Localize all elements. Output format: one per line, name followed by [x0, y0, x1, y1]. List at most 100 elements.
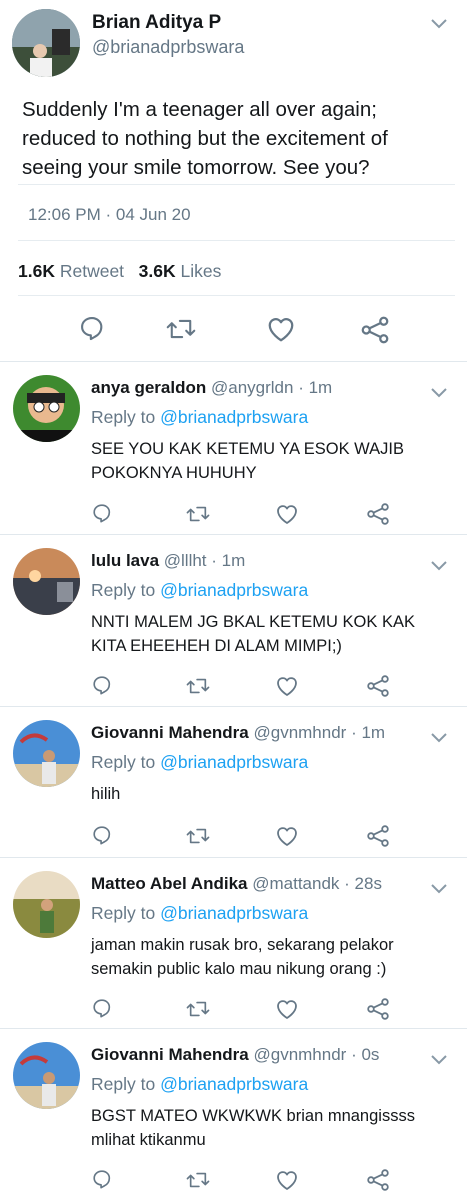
- like-icon[interactable]: [275, 675, 299, 697]
- chevron-down-icon[interactable]: [430, 883, 447, 897]
- reply-icon[interactable]: [91, 674, 113, 696]
- reply-author-name[interactable]: anya geraldon: [91, 378, 206, 397]
- separator-dot: ·: [344, 874, 355, 893]
- separator-dot: ·: [211, 551, 222, 570]
- reply-author-name[interactable]: Matteo Abel Andika: [91, 874, 247, 893]
- separator-dot: ·: [351, 723, 362, 742]
- divider: [18, 184, 455, 185]
- reply-author-name[interactable]: lulu lava: [91, 551, 159, 570]
- author-name[interactable]: Brian Aditya P: [92, 12, 221, 34]
- reply-header: Giovanni Mahendra @gvnmhndr · 1m: [91, 723, 385, 743]
- reply-author-handle[interactable]: @anygrldn: [211, 378, 293, 397]
- reply-to-label: Reply to: [91, 407, 156, 427]
- retweet-icon[interactable]: [186, 1169, 210, 1191]
- retweet-icon[interactable]: [186, 998, 210, 1020]
- reply-tweet[interactable]: Giovanni Mahendra @gvnmhndr · 0s Reply t…: [0, 1029, 467, 1200]
- reply-text: NNTI MALEM JG BKAL KETEMU KOK KAK KITA E…: [91, 613, 415, 655]
- retweet-icon[interactable]: [166, 315, 196, 343]
- chevron-down-icon[interactable]: [430, 732, 447, 746]
- share-icon[interactable]: [366, 824, 390, 848]
- reply-to-label: Reply to: [91, 903, 156, 923]
- reply-to-label: Reply to: [91, 580, 156, 600]
- reply-text: SEE YOU KAK KETEMU YA ESOK WAJIB POKOKNY…: [91, 440, 404, 482]
- reply-tweet[interactable]: Matteo Abel Andika @mattandk · 28s Reply…: [0, 858, 467, 1028]
- divider: [18, 295, 455, 296]
- reply-to-mention[interactable]: @brianadprbswara: [160, 752, 308, 772]
- separator-dot: ·: [351, 1045, 362, 1064]
- reply-time: 1m: [221, 551, 246, 570]
- tweet-text: Suddenly I'm a teenager all over again; …: [22, 98, 388, 179]
- like-icon[interactable]: [266, 315, 296, 343]
- avatar[interactable]: [13, 720, 80, 787]
- share-icon[interactable]: [366, 674, 390, 698]
- reply-author-handle[interactable]: @lllht: [164, 551, 207, 570]
- reply-time: 0s: [361, 1045, 380, 1064]
- reply-icon[interactable]: [91, 502, 113, 524]
- reply-author-name[interactable]: Giovanni Mahendra: [91, 723, 249, 742]
- reply-to-line: Reply to @brianadprbswara: [91, 1074, 308, 1095]
- reply-author-handle[interactable]: @gvnmhndr: [253, 1045, 346, 1064]
- reply-tweet[interactable]: lulu lava @lllht · 1m Reply to @brianadp…: [0, 535, 467, 706]
- reply-icon[interactable]: [91, 1168, 113, 1190]
- reply-time: 28s: [354, 874, 382, 893]
- reply-text: BGST MATEO WKWKWK brian mnangissss mliha…: [91, 1107, 415, 1149]
- avatar[interactable]: [12, 9, 80, 77]
- reply-to-line: Reply to @brianadprbswara: [91, 903, 308, 924]
- reply-header: anya geraldon @anygrldn · 1m: [91, 378, 332, 398]
- reply-icon[interactable]: [78, 314, 106, 342]
- reply-to-line: Reply to @brianadprbswara: [91, 752, 308, 773]
- like-count[interactable]: 3.6K: [139, 261, 176, 281]
- retweet-icon[interactable]: [186, 503, 210, 525]
- retweet-count[interactable]: 1.6K: [18, 261, 55, 281]
- reply-to-mention[interactable]: @brianadprbswara: [160, 407, 308, 427]
- tweet-timestamp: 12:06 PM · 04 Jun 20: [28, 205, 191, 225]
- avatar[interactable]: [13, 871, 80, 938]
- reply-to-line: Reply to @brianadprbswara: [91, 580, 308, 601]
- tweet-stats: 1.6K Retweet 3.6K Likes: [18, 261, 221, 282]
- reply-header: lulu lava @lllht · 1m: [91, 551, 245, 571]
- reply-to-mention[interactable]: @brianadprbswara: [160, 1074, 308, 1094]
- like-label[interactable]: Likes: [180, 261, 221, 281]
- author-handle[interactable]: @brianadprbswara: [92, 37, 244, 58]
- main-tweet: Brian Aditya P @brianadprbswara Suddenly…: [0, 0, 467, 362]
- retweet-icon[interactable]: [186, 825, 210, 847]
- share-icon[interactable]: [366, 502, 390, 526]
- reply-time: 1m: [308, 378, 333, 397]
- reply-tweet[interactable]: anya geraldon @anygrldn · 1m Reply to @b…: [0, 362, 467, 534]
- chevron-down-icon[interactable]: [430, 1054, 447, 1068]
- share-icon[interactable]: [366, 1168, 390, 1192]
- avatar[interactable]: [13, 548, 80, 615]
- retweet-icon[interactable]: [186, 675, 210, 697]
- reply-to-mention[interactable]: @brianadprbswara: [160, 903, 308, 923]
- tweet-time: 12:06 PM: [28, 205, 101, 224]
- reply-to-line: Reply to @brianadprbswara: [91, 407, 308, 428]
- reply-to-mention[interactable]: @brianadprbswara: [160, 580, 308, 600]
- reply-author-handle[interactable]: @gvnmhndr: [253, 723, 346, 742]
- chevron-down-icon[interactable]: [430, 560, 447, 574]
- like-icon[interactable]: [275, 825, 299, 847]
- reply-header: Matteo Abel Andika @mattandk · 28s: [91, 874, 382, 894]
- reply-author-handle[interactable]: @mattandk: [252, 874, 339, 893]
- reply-icon[interactable]: [91, 997, 113, 1019]
- reply-author-name[interactable]: Giovanni Mahendra: [91, 1045, 249, 1064]
- reply-time: 1m: [361, 723, 386, 742]
- avatar[interactable]: [13, 375, 80, 442]
- reply-icon[interactable]: [91, 824, 113, 846]
- separator-dot: ·: [298, 378, 309, 397]
- reply-tweet[interactable]: Giovanni Mahendra @gvnmhndr · 1m Reply t…: [0, 707, 467, 857]
- share-icon[interactable]: [360, 315, 390, 345]
- share-icon[interactable]: [366, 997, 390, 1021]
- reply-to-label: Reply to: [91, 752, 156, 772]
- divider: [18, 240, 455, 241]
- reply-text: hilih: [91, 785, 121, 803]
- like-icon[interactable]: [275, 998, 299, 1020]
- retweet-label[interactable]: Retweet: [60, 261, 124, 281]
- separator-dot: ·: [105, 205, 116, 224]
- chevron-down-icon[interactable]: [430, 18, 447, 32]
- like-icon[interactable]: [275, 503, 299, 525]
- reply-header: Giovanni Mahendra @gvnmhndr · 0s: [91, 1045, 379, 1065]
- like-icon[interactable]: [275, 1169, 299, 1191]
- reply-text: jaman makin rusak bro, sekarang pelakor …: [91, 936, 394, 978]
- avatar[interactable]: [13, 1042, 80, 1109]
- chevron-down-icon[interactable]: [430, 387, 447, 401]
